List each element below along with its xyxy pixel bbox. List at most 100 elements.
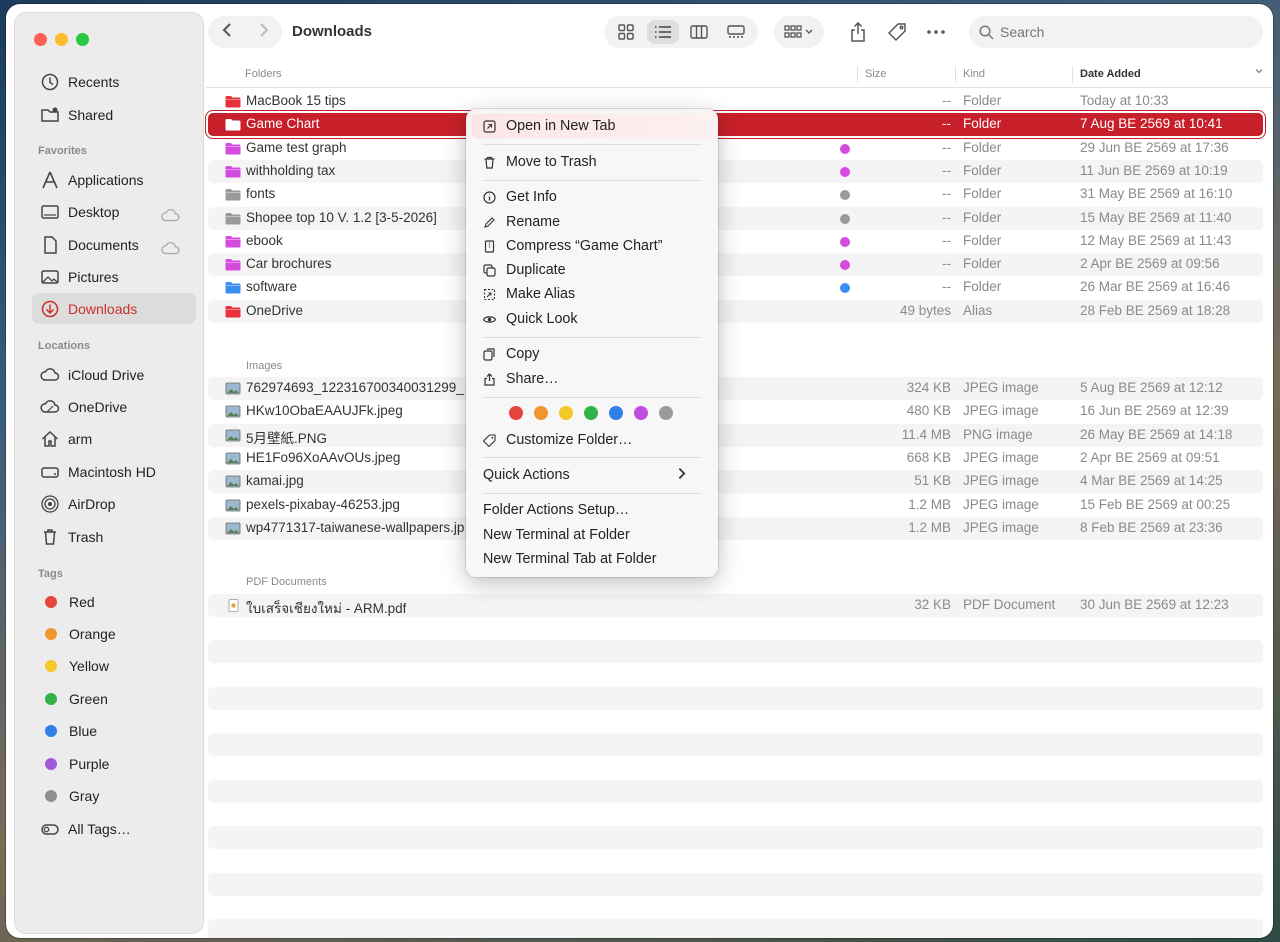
table-row[interactable]: Shopee top 10 V. 1.2 [3-5-2026] -- Folder 1…	[208, 206, 1263, 230]
sidebar-item-label: Applications	[68, 171, 144, 188]
file-date-added: 2 Apr BE 2569 at 09:51	[1080, 449, 1220, 465]
tag-color-picker	[509, 406, 673, 420]
table-row[interactable]: ebook -- Folder 12 May BE 2569 at 11:43	[208, 230, 1263, 253]
menu-item-open-in-new-tab[interactable]: Open in New Tab	[472, 114, 712, 138]
sidebar-item-downloads[interactable]: Downloads	[32, 293, 196, 324]
menu-item-share[interactable]: Share…	[472, 367, 712, 391]
table-row[interactable]: withholding tax -- Folder 11 Jun BE 2569 at…	[208, 159, 1263, 183]
table-row[interactable]: fonts -- Folder 31 May BE 2569 at 16:10	[208, 183, 1263, 206]
menu-separator	[482, 144, 702, 145]
sidebar-item-applications[interactable]: Applications	[32, 164, 196, 195]
sidebar-item-icloud-drive[interactable]: iCloud Drive	[32, 359, 196, 390]
file-size: --	[942, 93, 951, 108]
table-row[interactable]: MacBook 15 tips -- Folder Today at 10:33	[208, 90, 1263, 113]
sidebar-item-trash[interactable]: Trash	[32, 521, 196, 552]
tag-color-option-1[interactable]	[534, 406, 548, 420]
tag-color-option-5[interactable]	[634, 406, 648, 420]
menu-item-rename[interactable]: Rename	[472, 210, 712, 234]
table-row[interactable]: OneDrive 49 bytes Alias 28 Feb BE 2569 at 1…	[208, 299, 1263, 323]
sidebar-item-onedrive[interactable]: OneDrive	[32, 391, 196, 422]
archive-icon	[484, 239, 495, 253]
file-size: 11.4 MB	[901, 426, 951, 442]
more-actions-button[interactable]	[920, 16, 952, 48]
column-kind[interactable]: Kind	[963, 68, 985, 80]
sidebar-item-documents[interactable]: Documents	[32, 229, 196, 260]
edit-tags-button[interactable]	[882, 16, 914, 48]
icon-view-button[interactable]	[610, 20, 642, 44]
sidebar-tag-blue[interactable]: Blue	[32, 716, 196, 747]
menu-item-quick-look[interactable]: Quick Look	[472, 307, 712, 331]
sidebar-item-macintosh-hd[interactable]: Macintosh HD	[32, 456, 196, 487]
menu-item-quick-actions[interactable]: Quick Actions	[472, 463, 712, 487]
share-button[interactable]	[842, 16, 874, 48]
table-row[interactable]: ใบเสร็จเชียงใหม่ - ARM.pdf 32 KB PDF Docum…	[208, 594, 1263, 617]
sidebar-item-airdrop[interactable]: AirDrop	[32, 488, 196, 519]
table-row[interactable]: software -- Folder 26 Mar BE 2569 at 16:46	[208, 276, 1263, 299]
menu-item-new-terminal-tab[interactable]: New Terminal Tab at Folder	[472, 547, 712, 571]
table-row[interactable]: Game test graph -- Folder 29 Jun BE 2569 at…	[208, 137, 1263, 160]
sidebar-item-all-tags[interactable]: All Tags…	[32, 813, 196, 844]
sidebar-item-recents[interactable]: Recents	[32, 66, 196, 97]
group-by-button[interactable]	[774, 16, 824, 48]
menu-item-make-alias[interactable]: Make Alias	[472, 282, 712, 306]
menu-item-copy[interactable]: Copy	[472, 342, 712, 366]
menu-item-new-terminal[interactable]: New Terminal at Folder	[472, 523, 712, 547]
menu-item-customize-folder[interactable]: Customize Folder…	[472, 428, 712, 452]
sidebar-item-desktop[interactable]: Desktop	[32, 196, 196, 227]
column-divider[interactable]	[955, 66, 956, 83]
tag-color-option-6[interactable]	[659, 406, 673, 420]
column-divider[interactable]	[1072, 66, 1073, 83]
menu-item-folder-actions-setup[interactable]: Folder Actions Setup…	[472, 498, 712, 522]
sidebar-tag-purple[interactable]: Purple	[32, 748, 196, 779]
minimize-window-button[interactable]	[55, 33, 68, 46]
column-divider[interactable]	[857, 66, 858, 83]
sidebar-tag-yellow[interactable]: Yellow	[32, 651, 196, 682]
tag-color-option-3[interactable]	[584, 406, 598, 420]
sidebar-tag-green[interactable]: Green	[32, 683, 196, 714]
sidebar-item-label: Gray	[69, 787, 100, 804]
file-name: pexels-pixabay-46253.jpg	[246, 496, 400, 512]
search-input[interactable]	[1000, 24, 1250, 40]
share-icon	[851, 22, 865, 42]
back-button[interactable]	[221, 22, 233, 43]
menu-item-duplicate[interactable]: Duplicate	[472, 258, 712, 282]
gallery-view-button[interactable]	[720, 20, 752, 44]
tag-color-option-0[interactable]	[509, 406, 523, 420]
file-size: 480 KB	[906, 403, 951, 419]
list-view-button[interactable]	[646, 20, 679, 44]
sidebar-tag-red[interactable]: Red	[32, 586, 196, 617]
column-date-added[interactable]: Date Added	[1080, 68, 1141, 80]
file-kind: JPEG image	[963, 403, 1039, 419]
table-row[interactable]: HE1Fo96XoAAvOUs.jpeg 668 KB JPEG image 2 Ap…	[208, 447, 1263, 470]
tag-color-option-2[interactable]	[559, 406, 573, 420]
file-name: OneDrive	[246, 302, 304, 318]
file-name: kamai.jpg	[246, 473, 304, 489]
zoom-window-button[interactable]	[76, 33, 89, 46]
table-row[interactable]: Car brochures -- Folder 2 Apr BE 2569 at 09…	[208, 253, 1263, 277]
search-field[interactable]	[969, 16, 1263, 48]
sidebar-tag-gray[interactable]: Gray	[32, 780, 196, 811]
menu-item-compress[interactable]: Compress “Game Chart”	[472, 234, 712, 258]
column-view-button[interactable]	[683, 20, 715, 44]
table-row[interactable]: Game Chart -- Folder 7 Aug BE 2569 at 10:41	[208, 113, 1263, 137]
table-row[interactable]: 762974693_122316700340031299_ 324 KB JPEG …	[208, 377, 1263, 400]
sidebar-item-arm[interactable]: arm	[32, 423, 196, 454]
table-row[interactable]: pexels-pixabay-46253.jpg 1.2 MB JPEG image…	[208, 494, 1263, 517]
forward-button[interactable]	[258, 22, 270, 43]
column-size[interactable]: Size	[865, 68, 886, 80]
table-row[interactable]: wp4771317-taiwanese-wallpapers.jp 1.2 MB J…	[208, 516, 1263, 540]
tag-color-option-4[interactable]	[609, 406, 623, 420]
column-name[interactable]: Folders	[245, 68, 282, 80]
sidebar-item-shared[interactable]: Shared	[32, 99, 196, 130]
sidebar-item-pictures[interactable]: Pictures	[32, 261, 196, 292]
table-row[interactable]: kamai.jpg 51 KB JPEG image 4 Mar BE 2569 at…	[208, 470, 1263, 494]
sidebar-tag-orange[interactable]: Orange	[32, 618, 196, 649]
table-row[interactable]: HKw10ObaEAAUJFk.jpeg 480 KB JPEG image 16 J…	[208, 400, 1263, 423]
menu-item-get-info[interactable]: Get Info	[472, 185, 712, 209]
context-menu: Open in New Tab Move to Trash Get Info R…	[466, 109, 718, 577]
tag-dot-icon	[840, 260, 850, 271]
close-window-button[interactable]	[34, 33, 47, 46]
tag-dot-icon	[45, 660, 57, 673]
table-row[interactable]: 5月壁紙.PNG 11.4 MB PNG image 26 May BE 2569 a…	[208, 423, 1263, 447]
menu-item-move-to-trash[interactable]: Move to Trash	[472, 150, 712, 174]
